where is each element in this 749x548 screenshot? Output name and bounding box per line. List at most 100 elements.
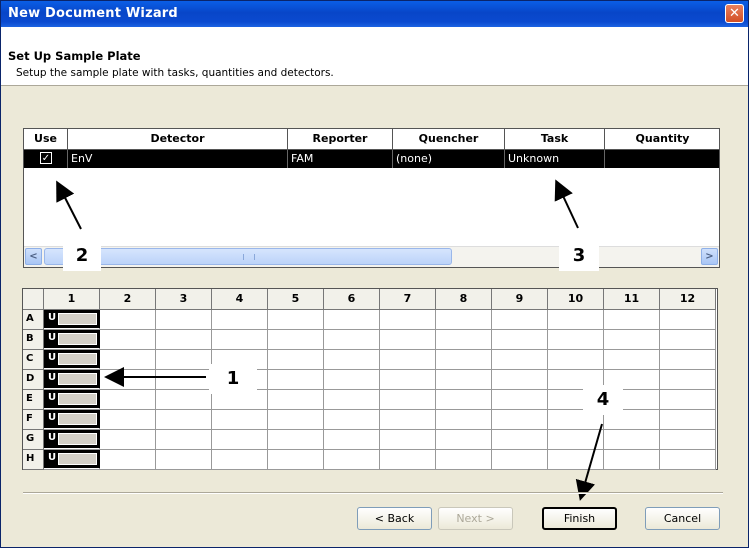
detector-row-env[interactable]: ✓ EnV FAM (none) Unknown [24, 150, 719, 168]
plate-well[interactable] [380, 410, 436, 430]
plate-well[interactable] [268, 370, 324, 390]
next-button[interactable]: Next > [438, 507, 513, 530]
plate-column-header[interactable]: 4 [212, 289, 268, 310]
plate-well[interactable] [436, 390, 492, 410]
plate-column-header[interactable]: 1 [44, 289, 100, 310]
plate-well[interactable]: U [44, 430, 100, 450]
plate-well[interactable] [380, 350, 436, 370]
plate-well[interactable] [380, 330, 436, 350]
horizontal-scrollbar[interactable]: < > [24, 246, 719, 267]
plate-well[interactable] [604, 330, 660, 350]
plate-well[interactable] [212, 450, 268, 470]
finish-button[interactable]: Finish [542, 507, 617, 530]
plate-well[interactable] [156, 390, 212, 410]
plate-well[interactable] [660, 390, 716, 410]
plate-column-header[interactable]: 5 [268, 289, 324, 310]
plate-well[interactable] [156, 450, 212, 470]
task-cell[interactable]: Unknown [505, 150, 605, 168]
quencher-cell[interactable]: (none) [393, 150, 505, 168]
plate-well[interactable] [268, 450, 324, 470]
back-button[interactable]: < Back [357, 507, 432, 530]
title-bar[interactable]: New Document Wizard ✕ [1, 1, 748, 27]
plate-well[interactable] [156, 370, 212, 390]
plate-well[interactable] [324, 450, 380, 470]
plate-well[interactable] [436, 350, 492, 370]
plate-column-header[interactable]: 3 [156, 289, 212, 310]
plate-well[interactable] [492, 370, 548, 390]
plate-well[interactable] [548, 310, 604, 330]
plate-well[interactable] [324, 330, 380, 350]
plate-well[interactable]: U [44, 450, 100, 470]
plate-well[interactable] [492, 310, 548, 330]
plate-column-header[interactable]: 8 [436, 289, 492, 310]
plate-well[interactable] [156, 430, 212, 450]
plate-well[interactable] [660, 410, 716, 430]
plate-well[interactable] [548, 350, 604, 370]
plate-well[interactable] [604, 310, 660, 330]
plate-well[interactable] [492, 330, 548, 350]
plate-well[interactable] [324, 410, 380, 430]
plate-row-header[interactable]: H [23, 450, 44, 470]
plate-well[interactable] [436, 430, 492, 450]
detector-cell[interactable]: EnV [68, 150, 288, 168]
plate-well[interactable]: U [44, 310, 100, 330]
plate-column-header[interactable]: 2 [100, 289, 156, 310]
plate-well[interactable] [100, 410, 156, 430]
plate-well[interactable] [660, 430, 716, 450]
reporter-cell[interactable]: FAM [288, 150, 393, 168]
plate-well[interactable] [660, 330, 716, 350]
plate-row-header[interactable]: G [23, 430, 44, 450]
plate-well[interactable] [380, 430, 436, 450]
plate-well[interactable] [268, 430, 324, 450]
plate-well[interactable] [660, 370, 716, 390]
plate-well[interactable] [492, 390, 548, 410]
plate-column-header[interactable]: 12 [660, 289, 716, 310]
plate-well[interactable] [436, 310, 492, 330]
plate-well[interactable] [100, 450, 156, 470]
plate-well[interactable] [436, 410, 492, 430]
plate-well[interactable] [436, 450, 492, 470]
column-header-task[interactable]: Task [505, 129, 605, 149]
plate-well[interactable] [156, 350, 212, 370]
plate-well[interactable] [548, 430, 604, 450]
column-header-quantity[interactable]: Quantity [605, 129, 720, 149]
plate-well[interactable] [268, 330, 324, 350]
quantity-cell[interactable] [605, 150, 720, 168]
plate-well[interactable] [660, 450, 716, 470]
plate-well[interactable] [548, 330, 604, 350]
plate-well[interactable] [212, 330, 268, 350]
plate-well[interactable] [100, 310, 156, 330]
plate-column-header[interactable]: 6 [324, 289, 380, 310]
plate-well[interactable] [604, 450, 660, 470]
plate-well[interactable] [604, 350, 660, 370]
plate-well[interactable] [436, 330, 492, 350]
plate-well[interactable] [380, 310, 436, 330]
plate-well[interactable] [380, 390, 436, 410]
column-header-use[interactable]: Use [24, 129, 68, 149]
plate-well[interactable]: U [44, 410, 100, 430]
plate-row-header[interactable]: D [23, 370, 44, 390]
plate-well[interactable]: U [44, 350, 100, 370]
plate-well[interactable] [268, 350, 324, 370]
plate-well[interactable] [436, 370, 492, 390]
plate-well[interactable] [380, 450, 436, 470]
scroll-left-button[interactable]: < [25, 248, 42, 265]
plate-well[interactable] [100, 370, 156, 390]
plate-well[interactable] [212, 410, 268, 430]
plate-well[interactable]: U [44, 390, 100, 410]
plate-column-header[interactable]: 9 [492, 289, 548, 310]
plate-well[interactable] [100, 350, 156, 370]
plate-well[interactable] [492, 430, 548, 450]
plate-row-header[interactable]: E [23, 390, 44, 410]
plate-well[interactable] [268, 310, 324, 330]
plate-well[interactable] [660, 310, 716, 330]
plate-well[interactable] [324, 430, 380, 450]
column-header-detector[interactable]: Detector [68, 129, 288, 149]
plate-well[interactable] [492, 410, 548, 430]
plate-well[interactable] [604, 430, 660, 450]
plate-well[interactable]: U [44, 370, 100, 390]
plate-well[interactable] [492, 450, 548, 470]
plate-well[interactable] [212, 430, 268, 450]
plate-well[interactable] [268, 410, 324, 430]
plate-well[interactable] [100, 430, 156, 450]
